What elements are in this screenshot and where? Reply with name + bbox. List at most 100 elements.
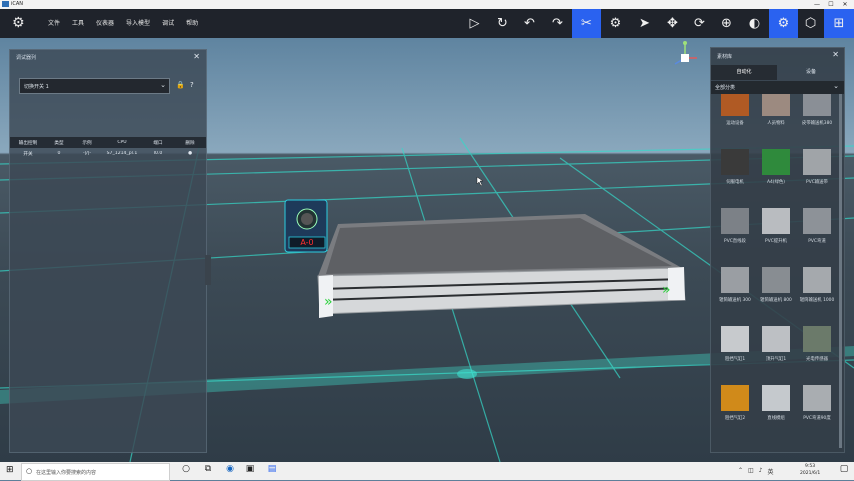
robot-icon[interactable]: ⚙ (601, 9, 630, 38)
cube-icon[interactable]: ⬡ (796, 9, 825, 38)
scrollbar[interactable] (839, 94, 842, 448)
asset-label: PVC输送带 (806, 180, 828, 185)
notifications-icon[interactable]: ▢ (838, 464, 850, 478)
cell-cpu: S7_1214_pl.1 (106, 151, 138, 156)
maximize-icon[interactable]: ☐ (824, 0, 838, 9)
network-icon[interactable]: ◫ (748, 467, 754, 476)
search-icon: ○ (26, 467, 33, 475)
asset-item[interactable]: PVC弯道90度 (797, 381, 837, 440)
device-select[interactable]: 切换开关 1 ⌄ (19, 78, 170, 94)
app-icon[interactable]: ▣ (244, 464, 256, 478)
volume-icon[interactable]: ♪ (759, 467, 763, 476)
tab-automation[interactable]: 自动化 (711, 65, 777, 80)
column-header: 类型 (54, 140, 64, 146)
task-view-icon[interactable]: ⧉ (202, 464, 214, 478)
globe-icon[interactable]: ◐ (740, 9, 769, 38)
menu-tools[interactable]: 工具 (72, 18, 84, 27)
asset-thumbnail (803, 208, 831, 234)
clock-date: 2021/6/1 (800, 471, 821, 476)
windows-start-icon[interactable]: ⊞ (6, 465, 14, 475)
asset-item[interactable]: 辊筒输送机 800 (756, 263, 796, 322)
pointer-icon[interactable]: ➤ (630, 9, 659, 38)
asset-thumbnail (721, 267, 749, 293)
input-method-icon[interactable]: 英 (768, 467, 774, 476)
redo-icon[interactable]: ↷ (543, 9, 572, 38)
asset-label: 阻挡气缸2 (724, 416, 746, 421)
asset-item[interactable]: PVC弯道 (797, 204, 837, 263)
asset-item[interactable]: 皮带输送机380 (797, 94, 837, 145)
search-box[interactable]: ○ 在这里输入你要搜索的内容 (21, 463, 170, 481)
rotate-icon[interactable]: ⟳ (685, 9, 714, 38)
asset-item[interactable]: 阻挡气缸1 (715, 322, 755, 381)
clock[interactable]: 9:53 2021/6/1 (800, 463, 820, 477)
asset-item[interactable]: PVC提升机 (756, 204, 796, 263)
axis-gizmo[interactable] (670, 38, 700, 76)
asset-label: 辊筒输送机 800 (760, 298, 792, 303)
asset-label: A4(绿色) (766, 180, 785, 185)
window-controls: — ☐ ✕ (810, 0, 852, 9)
window-title-bar: iCAN — ☐ ✕ (0, 0, 854, 9)
asset-item[interactable]: 顶升气缸1 (756, 322, 796, 381)
table-row[interactable]: 开关 0 -|/|- S7_1214_pl.1 I0.0 ● (10, 148, 206, 159)
menu-debug[interactable]: 调试 (162, 18, 174, 27)
asset-label: PVC弯道 (808, 239, 826, 244)
asset-thumbnail (803, 267, 831, 293)
asset-item[interactable]: 直线模组 (756, 381, 796, 440)
main-toolbar: ⚙ 文件 工具 仪表器 导入模型 调试 帮助 ▷ ↻ ↶ ↷ ✂ ⚙ ➤ ✥ ⟳… (0, 9, 854, 38)
menu-help[interactable]: 帮助 (186, 18, 198, 27)
asset-item[interactable]: 辊筒输送机 1000 (797, 263, 837, 322)
help-icon[interactable]: ? (190, 81, 194, 89)
asset-item[interactable]: PVC直线段 (715, 204, 755, 263)
panel-title: 调试器列 (16, 55, 37, 61)
asset-item[interactable]: 辊筒输送机 300 (715, 263, 755, 322)
close-icon[interactable]: ✕ (832, 50, 839, 59)
asset-item[interactable]: 人员物料 (756, 94, 796, 145)
asset-thumbnail (762, 326, 790, 352)
svg-text:»: » (662, 282, 671, 298)
asset-item[interactable]: A4(绿色) (756, 145, 796, 204)
window-title: iCAN (11, 1, 24, 7)
delete-icon[interactable]: ● (174, 151, 206, 156)
asset-item[interactable]: 阻挡气缸2 (715, 381, 755, 440)
tab-equipment[interactable]: 设备 (778, 65, 844, 80)
menu-file[interactable]: 文件 (48, 18, 60, 27)
app-icon[interactable]: ▤ (266, 464, 278, 478)
asset-thumbnail (762, 385, 790, 411)
asset-item[interactable]: 光电传感器 (797, 322, 837, 381)
asset-item[interactable]: 运动设备 (715, 94, 755, 145)
robot-logo-icon: ⚙ (12, 15, 25, 31)
refresh-icon[interactable]: ↻ (488, 9, 517, 38)
grid-icon[interactable]: ⊞ (824, 9, 854, 38)
asset-thumbnail (721, 149, 749, 175)
settings-icon[interactable]: ⚙ (769, 9, 798, 38)
notification-icon[interactable]: ⌃ (738, 467, 743, 476)
panel-title: 素材库 (717, 54, 733, 60)
asset-thumbnail (762, 94, 790, 116)
asset-thumbnail (803, 385, 831, 411)
play-icon[interactable]: ▷ (460, 9, 489, 38)
search-placeholder: 在这里输入你要搜索的内容 (36, 470, 97, 476)
cortana-icon[interactable]: ○ (180, 464, 192, 478)
select-icon[interactable]: ✂ (572, 9, 601, 38)
menu-instruments[interactable]: 仪表器 (96, 18, 114, 27)
asset-grid: 运动设备 人员物料 皮带输送机380 伺服电机 A4(绿色) PVC输送带 PVC直线段 PV… (715, 94, 837, 450)
move-icon[interactable]: ✥ (658, 9, 687, 38)
svg-text:»: » (324, 294, 333, 310)
panel-resize-handle[interactable] (205, 255, 211, 285)
cell-port: I0.0 (153, 151, 163, 156)
asset-item[interactable]: 伺服电机 (715, 145, 755, 204)
asset-thumbnail (721, 385, 749, 411)
undo-icon[interactable]: ↶ (515, 9, 544, 38)
category-filter[interactable]: 全部分类 ⌄ (711, 81, 844, 94)
lock-icon[interactable]: 🔒 (176, 81, 185, 89)
close-icon[interactable]: ✕ (838, 0, 852, 9)
asset-label: 辊筒输送机 300 (719, 298, 751, 303)
asset-item[interactable]: PVC输送带 (797, 145, 837, 204)
asset-label: 光电传感器 (806, 357, 828, 362)
asset-label: 顶升气缸1 (765, 357, 787, 362)
menu-import-model[interactable]: 导入模型 (126, 18, 150, 27)
close-icon[interactable]: ✕ (193, 52, 200, 61)
minimize-icon[interactable]: — (810, 0, 824, 9)
browser-icon[interactable]: ◉ (224, 464, 236, 478)
target-icon[interactable]: ⊕ (712, 9, 741, 38)
